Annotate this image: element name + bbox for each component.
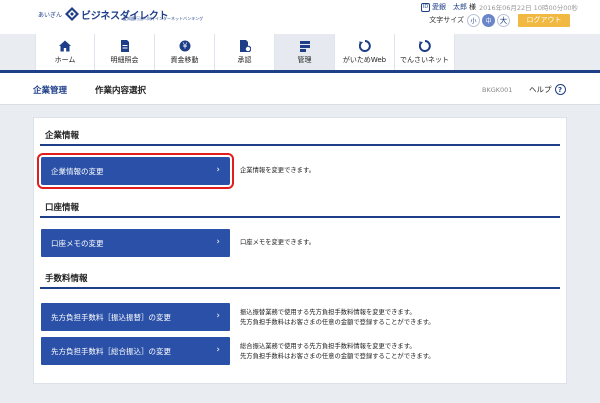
logo-bank-name: あいぎん: [38, 11, 63, 19]
payee-fee-bulk-description: 総合振込業務で使用する先方負担手数料情報を変更できます。 先方負担手数料はお客さ…: [240, 343, 435, 360]
densai-icon: [418, 39, 431, 52]
header: あいぎん ビジネスダイレクト 愛知銀行法人向けインターネットバンキング ID 愛…: [0, 0, 600, 34]
change-payee-fee-transfer-button[interactable]: 先方負担手数料［振込振替］の変更 ›: [41, 303, 230, 331]
help-icon: ?: [554, 84, 566, 95]
section-title-account-info: 口座情報: [45, 203, 80, 213]
section-divider: [40, 287, 560, 289]
help-label: ヘルプ: [529, 85, 552, 94]
nav-densai-net[interactable]: でんさいネット: [395, 34, 455, 70]
document-icon: [120, 39, 129, 52]
logo-mark-icon: [65, 7, 80, 21]
button-label: 口座メモの変更: [51, 238, 104, 248]
global-nav: ホーム 明細照会 ¥ 資金移動 承認 管理 がいためWeb でんさいネット: [35, 34, 455, 70]
user-id-icon: ID: [421, 2, 431, 12]
web-icon: [358, 39, 371, 52]
change-company-info-button[interactable]: 企業情報の変更 ›: [37, 153, 234, 189]
nav-approval[interactable]: 承認: [215, 34, 275, 70]
manage-icon: [299, 40, 310, 52]
breadcrumb-parent: 企業管理: [33, 86, 68, 96]
page-title-bar: 企業管理 作業内容選択 BKGK001 ヘルプ ?: [0, 73, 600, 105]
user-name[interactable]: 愛銀 太郎: [432, 2, 467, 12]
chevron-right-icon: ›: [216, 237, 220, 247]
nav-manage[interactable]: 管理: [275, 34, 335, 70]
change-account-memo-button[interactable]: 口座メモの変更 ›: [41, 229, 230, 257]
yen-transfer-icon: ¥: [179, 40, 190, 51]
company-info-description: 企業情報を変更できます。: [240, 167, 315, 174]
font-large-button[interactable]: 大: [497, 13, 510, 27]
svg-text:¥: ¥: [182, 41, 187, 50]
section-title-fee-info: 手数料情報: [45, 274, 88, 284]
screen-id: BKGK001: [482, 86, 513, 94]
nav-home[interactable]: ホーム: [35, 34, 95, 70]
home-icon: [59, 40, 71, 51]
logout-button[interactable]: ログアウト: [518, 13, 570, 27]
font-size-label: 文字サイズ: [429, 16, 464, 24]
work-selection-panel: 企業情報 企業情報の変更 › 企業情報を変更できます。 口座情報 口座メモの変更…: [33, 117, 567, 384]
change-payee-fee-bulk-button[interactable]: 先方負担手数料［総合振込］の変更 ›: [41, 337, 230, 365]
chevron-right-icon: ›: [216, 345, 220, 355]
nav-gaitame-web[interactable]: がいためWeb: [335, 34, 395, 70]
user-info: ID 愛銀 太郎 様 2016年06月22日 10時00分00秒: [421, 2, 578, 12]
approve-icon: [239, 39, 251, 52]
section-divider: [40, 144, 560, 146]
font-size-controls: 文字サイズ 小 中 大 ログアウト: [429, 13, 570, 27]
chevron-right-icon: ›: [216, 165, 220, 175]
user-honorific: 様: [469, 3, 477, 11]
account-memo-description: 口座メモを変更できます。: [240, 239, 315, 246]
chevron-right-icon: ›: [216, 311, 220, 321]
page-title: 作業内容選択: [95, 86, 147, 96]
font-small-button[interactable]: 小: [467, 13, 480, 27]
section-divider: [40, 216, 560, 218]
button-label: 企業情報の変更: [51, 166, 104, 176]
login-timestamp: 2016年06月22日 10時00分00秒: [479, 4, 578, 12]
logo-subtitle: 愛知銀行法人向けインターネットバンキング: [123, 16, 204, 21]
font-medium-button[interactable]: 中: [482, 13, 495, 27]
section-title-company-info: 企業情報: [45, 131, 80, 141]
button-label: 先方負担手数料［総合振込］の変更: [51, 346, 171, 356]
nav-statements[interactable]: 明細照会: [95, 34, 155, 70]
payee-fee-transfer-description: 振込振替業務で使用する先方負担手数料情報を変更できます。 先方負担手数料はお客さ…: [240, 309, 435, 326]
button-label: 先方負担手数料［振込振替］の変更: [51, 312, 171, 322]
nav-fund-transfer[interactable]: ¥ 資金移動: [155, 34, 215, 70]
help-link[interactable]: ヘルプ ?: [529, 84, 566, 95]
